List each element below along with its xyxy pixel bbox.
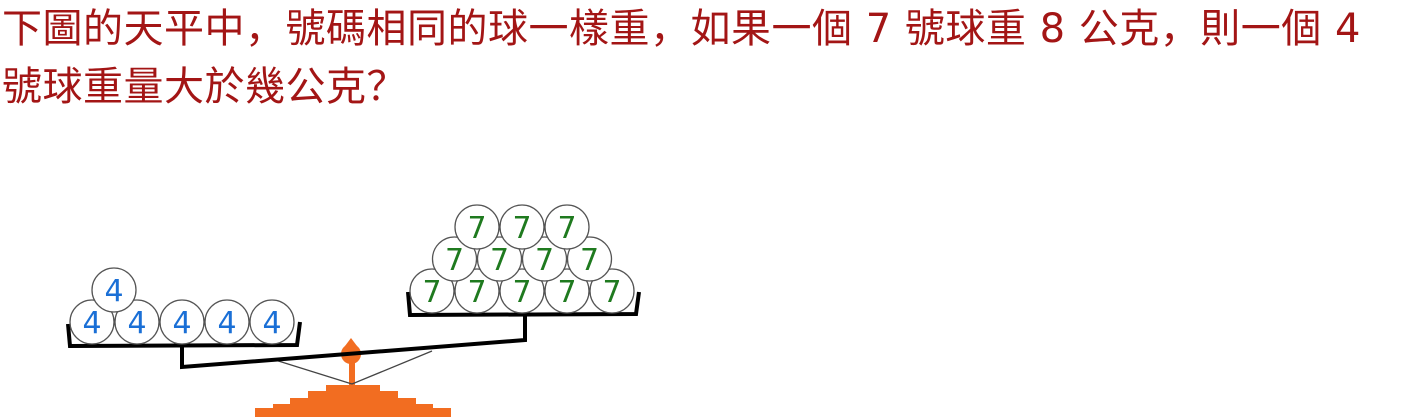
ball-label: 4 xyxy=(262,306,281,341)
ball-7: 7 xyxy=(499,204,545,250)
ball-label: 7 xyxy=(512,275,531,310)
ball-4: 4 xyxy=(204,299,250,345)
ball-4: 4 xyxy=(249,299,295,345)
ball-label: 4 xyxy=(172,306,191,341)
ball-label: 7 xyxy=(490,243,509,278)
ball-7: 7 xyxy=(544,204,590,250)
ball-label: 7 xyxy=(467,211,486,246)
ball-label: 7 xyxy=(557,211,576,246)
ball-label: 4 xyxy=(104,274,123,309)
ball-label: 7 xyxy=(535,243,554,278)
scale-base xyxy=(255,385,451,417)
ball-7: 7 xyxy=(454,204,500,250)
ball-label: 7 xyxy=(580,243,599,278)
ball-label: 7 xyxy=(445,243,464,278)
scale-pivot-top xyxy=(345,338,357,346)
ball-label: 7 xyxy=(557,275,576,310)
ball-label: 7 xyxy=(467,275,486,310)
balls-layer: 4 4 4 4 44 7 7 7 7 77 7 7 77 7 7 xyxy=(69,204,635,345)
ball-label: 4 xyxy=(217,306,236,341)
balance-scale-diagram: 4 4 4 4 44 7 7 7 7 77 7 7 77 7 7 xyxy=(66,204,641,417)
ball-label: 7 xyxy=(422,275,441,310)
ball-label: 4 xyxy=(127,306,146,341)
ball-label: 7 xyxy=(602,275,621,310)
ball-label: 7 xyxy=(512,211,531,246)
ball-label: 4 xyxy=(82,306,101,341)
ball-4: 4 xyxy=(159,299,205,345)
ball-4: 4 xyxy=(91,267,137,313)
